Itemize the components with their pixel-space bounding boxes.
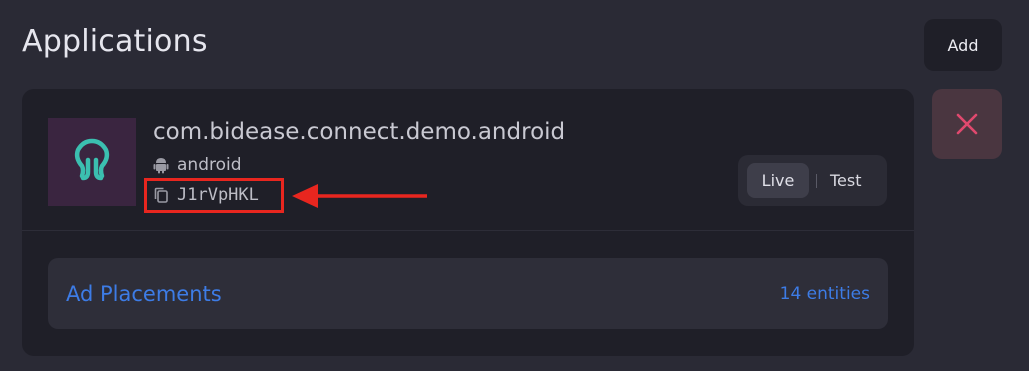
env-option-live[interactable]: Live xyxy=(747,163,809,198)
card-divider xyxy=(22,230,914,231)
add-button[interactable]: Add xyxy=(924,19,1002,71)
platform-row: android xyxy=(153,155,242,175)
app-card: com.bidease.connect.demo.android android… xyxy=(22,89,914,356)
environment-toggle: Live Test xyxy=(738,155,887,206)
app-logo xyxy=(48,118,136,206)
close-icon xyxy=(955,112,979,136)
annotation-arrow xyxy=(292,181,432,211)
env-divider xyxy=(816,173,817,188)
omega-logo-icon xyxy=(68,138,116,186)
platform-label: android xyxy=(177,155,242,175)
app-name: com.bidease.connect.demo.android xyxy=(153,119,566,145)
env-option-test[interactable]: Test xyxy=(826,163,862,198)
ad-placements-label[interactable]: Ad Placements xyxy=(66,282,222,306)
ad-placements-row[interactable]: Ad Placements 14 entities xyxy=(48,258,888,329)
delete-app-button[interactable] xyxy=(932,89,1002,159)
page-title: Applications xyxy=(22,24,208,59)
annotation-highlight-box xyxy=(144,178,284,213)
ad-placements-count: 14 entities xyxy=(779,283,870,304)
android-icon xyxy=(153,156,169,174)
